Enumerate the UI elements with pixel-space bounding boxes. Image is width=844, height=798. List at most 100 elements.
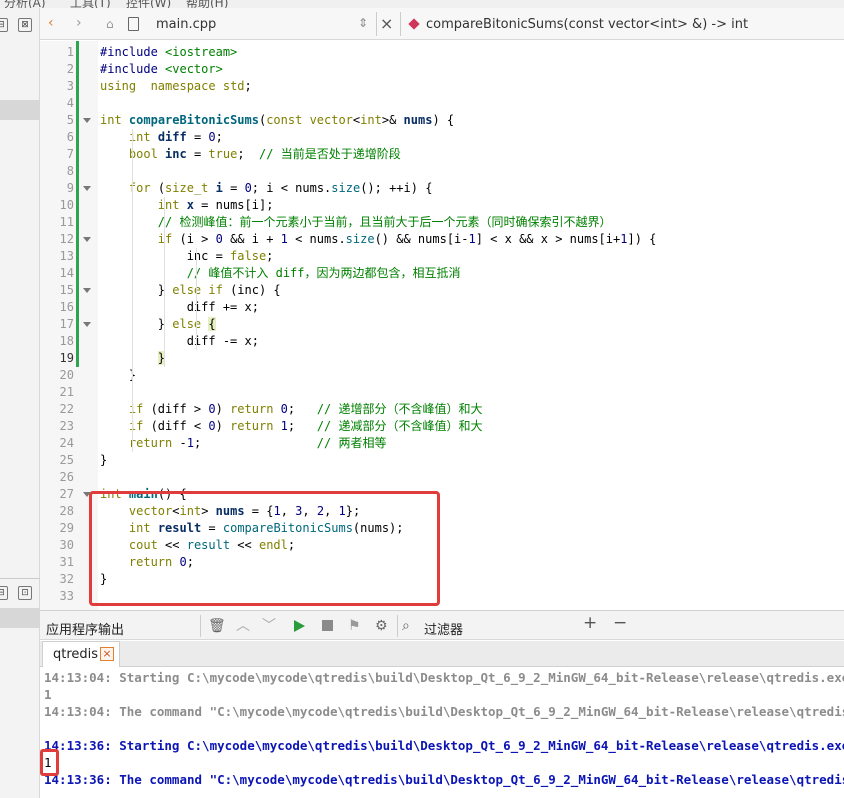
menu-item-tools[interactable]: 工具(T) xyxy=(70,0,111,8)
tab-qtredis[interactable]: qtredis × xyxy=(42,641,120,667)
line-number: 15 xyxy=(59,283,74,297)
run-icon[interactable] xyxy=(294,620,305,632)
output-line: 14:13:36: Starting C:\mycode\mycode\qtre… xyxy=(44,738,844,753)
line-number: 24 xyxy=(59,436,74,450)
line-number: 33 xyxy=(59,589,74,603)
line-number: 23 xyxy=(59,419,74,433)
code-line[interactable]: if (diff > 0) return 0; // 递增部分（不含峰值）和大 xyxy=(100,401,483,418)
menu-item-analyze[interactable]: 分析(A) xyxy=(4,0,46,8)
line-number: 22 xyxy=(59,402,74,416)
chevron-up-icon[interactable]: ︿ xyxy=(236,618,250,634)
close-tab-icon[interactable]: × xyxy=(100,647,114,661)
code-line[interactable]: diff -= x; xyxy=(100,333,259,350)
change-marker-bar xyxy=(76,41,79,367)
code-line[interactable]: // 峰值不计入 diff，因为两边都包含，相互抵消 xyxy=(100,265,461,282)
code-line[interactable]: int compareBitonicSums(const vector<int>… xyxy=(100,112,454,129)
application-output[interactable]: 14:13:04: Starting C:\mycode\mycode\qtre… xyxy=(40,668,844,798)
code-line[interactable]: int diff = 0; xyxy=(100,129,223,146)
code-line[interactable]: } else { xyxy=(100,316,216,333)
line-number: 9 xyxy=(66,181,74,195)
code-line[interactable]: diff += x; xyxy=(100,299,259,316)
fold-arrow-icon[interactable] xyxy=(83,118,91,123)
sidebar-selected-item[interactable] xyxy=(0,100,40,120)
add-icon[interactable]: + xyxy=(583,615,597,632)
line-number: 16 xyxy=(59,300,74,314)
file-icon xyxy=(128,17,139,31)
editor-toolbar: ‹ › ⌂ main.cpp ⇕ × compareBitonicSums(co… xyxy=(40,8,844,40)
code-line[interactable]: } xyxy=(100,367,136,384)
line-number: 7 xyxy=(66,147,74,161)
line-number: 3 xyxy=(66,79,74,93)
split-view-icon-2[interactable]: ⊟ xyxy=(0,586,8,600)
filter-input[interactable]: 过滤器 xyxy=(424,619,463,638)
collapse-icon[interactable]: ⊡ xyxy=(18,586,32,600)
main-function-highlight-box xyxy=(89,491,440,606)
current-symbol-selector[interactable]: compareBitonicSums(const vector<int> &) … xyxy=(426,17,748,32)
sidebar-selected-item-2[interactable] xyxy=(0,608,40,628)
open-file-name[interactable]: main.cpp xyxy=(156,17,216,32)
code-line[interactable]: #include <vector> xyxy=(100,61,223,78)
code-editor[interactable]: #include <iostream> #include <vector> usin… xyxy=(40,41,844,610)
function-symbol-icon xyxy=(408,18,420,30)
toolbar-divider xyxy=(400,12,401,36)
output-line: 14:13:04: Starting C:\mycode\mycode\qtre… xyxy=(44,670,844,685)
code-line[interactable]: // 检测峰值：前一个元素小于当前，且当前大于后一个元素（同时确保索引不越界） xyxy=(100,214,612,231)
output-tab-bar: qtredis × xyxy=(40,641,844,667)
back-arrow-icon[interactable]: ‹ xyxy=(48,15,54,31)
search-icon: ⌕ xyxy=(402,618,410,634)
left-sidebar: ⊟ ⊠ ⊟ ⊡ xyxy=(0,8,40,798)
code-line[interactable]: int x = nums[i]; xyxy=(100,197,274,214)
line-number: 25 xyxy=(59,453,74,467)
menu-item-help[interactable]: 帮助(H) xyxy=(186,0,228,8)
fold-arrow-icon[interactable] xyxy=(83,186,91,191)
close-file-icon[interactable]: × xyxy=(380,14,393,33)
code-line[interactable]: if (i > 0 && i + 1 < nums.size() && nums… xyxy=(100,231,657,248)
fold-arrow-icon[interactable] xyxy=(83,492,91,497)
code-line[interactable]: inc = false; xyxy=(100,248,274,265)
line-number: 30 xyxy=(59,538,74,552)
minus-icon[interactable]: − xyxy=(613,615,627,632)
code-line[interactable]: if (diff < 0) return 1; // 递减部分（不含峰值）和大 xyxy=(100,418,483,435)
fold-arrow-icon[interactable] xyxy=(83,237,91,242)
output-pane-title: 应用程序输出 xyxy=(46,623,125,638)
chevron-down-icon[interactable]: ﹀ xyxy=(262,618,276,634)
code-line[interactable]: } xyxy=(100,452,107,469)
header-divider xyxy=(397,615,398,637)
code-line[interactable]: using namespace std; xyxy=(100,78,252,95)
line-number: 10 xyxy=(59,198,74,212)
stop-icon[interactable] xyxy=(322,620,333,631)
split-view-icon[interactable]: ⊟ xyxy=(0,18,8,32)
result-highlight-box xyxy=(40,749,59,776)
forward-arrow-icon[interactable]: › xyxy=(76,15,82,31)
menu-item-controls[interactable]: 控件(W) xyxy=(126,0,171,8)
line-number: 2 xyxy=(66,62,74,76)
sidebar-divider xyxy=(0,578,40,579)
file-dropdown-icon[interactable]: ⇕ xyxy=(358,16,368,30)
line-number: 13 xyxy=(59,249,74,263)
fold-arrow-icon[interactable] xyxy=(83,322,91,327)
clear-output-icon[interactable]: 🗑 xyxy=(208,618,226,634)
indent-guide xyxy=(196,248,197,350)
gear-icon[interactable]: ⚙ xyxy=(375,618,388,634)
toolbar-divider xyxy=(376,12,377,36)
code-line[interactable]: } else if (inc) { xyxy=(100,282,281,299)
indent-guide xyxy=(164,197,165,367)
output-pane-header: 应用程序输出 🗑 ︿ ﹀ ⚑ ⚙ ⌕ 过滤器 + − xyxy=(40,610,844,640)
code-line[interactable]: return -1; // 两者相等 xyxy=(100,435,387,452)
output-line: 14:13:36: The command "C:\mycode\mycode\… xyxy=(44,772,844,787)
menu-bar: 分析(A) 工具(T) 控件(W) 帮助(H) xyxy=(0,0,844,8)
code-line[interactable]: bool inc = true; // 当前是否处于递增阶段 xyxy=(100,146,401,163)
lock-icon[interactable]: ⌂ xyxy=(106,16,114,32)
close-split-icon[interactable]: ⊠ xyxy=(18,18,32,32)
line-number: 27 xyxy=(59,487,74,501)
fold-arrow-icon[interactable] xyxy=(83,288,91,293)
line-number: 20 xyxy=(59,368,74,382)
code-line[interactable]: #include <iostream> xyxy=(100,44,237,61)
output-line: 1 xyxy=(44,687,52,702)
code-line[interactable]: for (size_t i = 0; i < nums.size(); ++i)… xyxy=(100,180,433,197)
line-number: 26 xyxy=(59,470,74,484)
line-number: 31 xyxy=(59,555,74,569)
attach-debugger-icon[interactable]: ⚑ xyxy=(348,618,361,634)
indent-guide xyxy=(132,129,133,452)
line-number: 32 xyxy=(59,572,74,586)
